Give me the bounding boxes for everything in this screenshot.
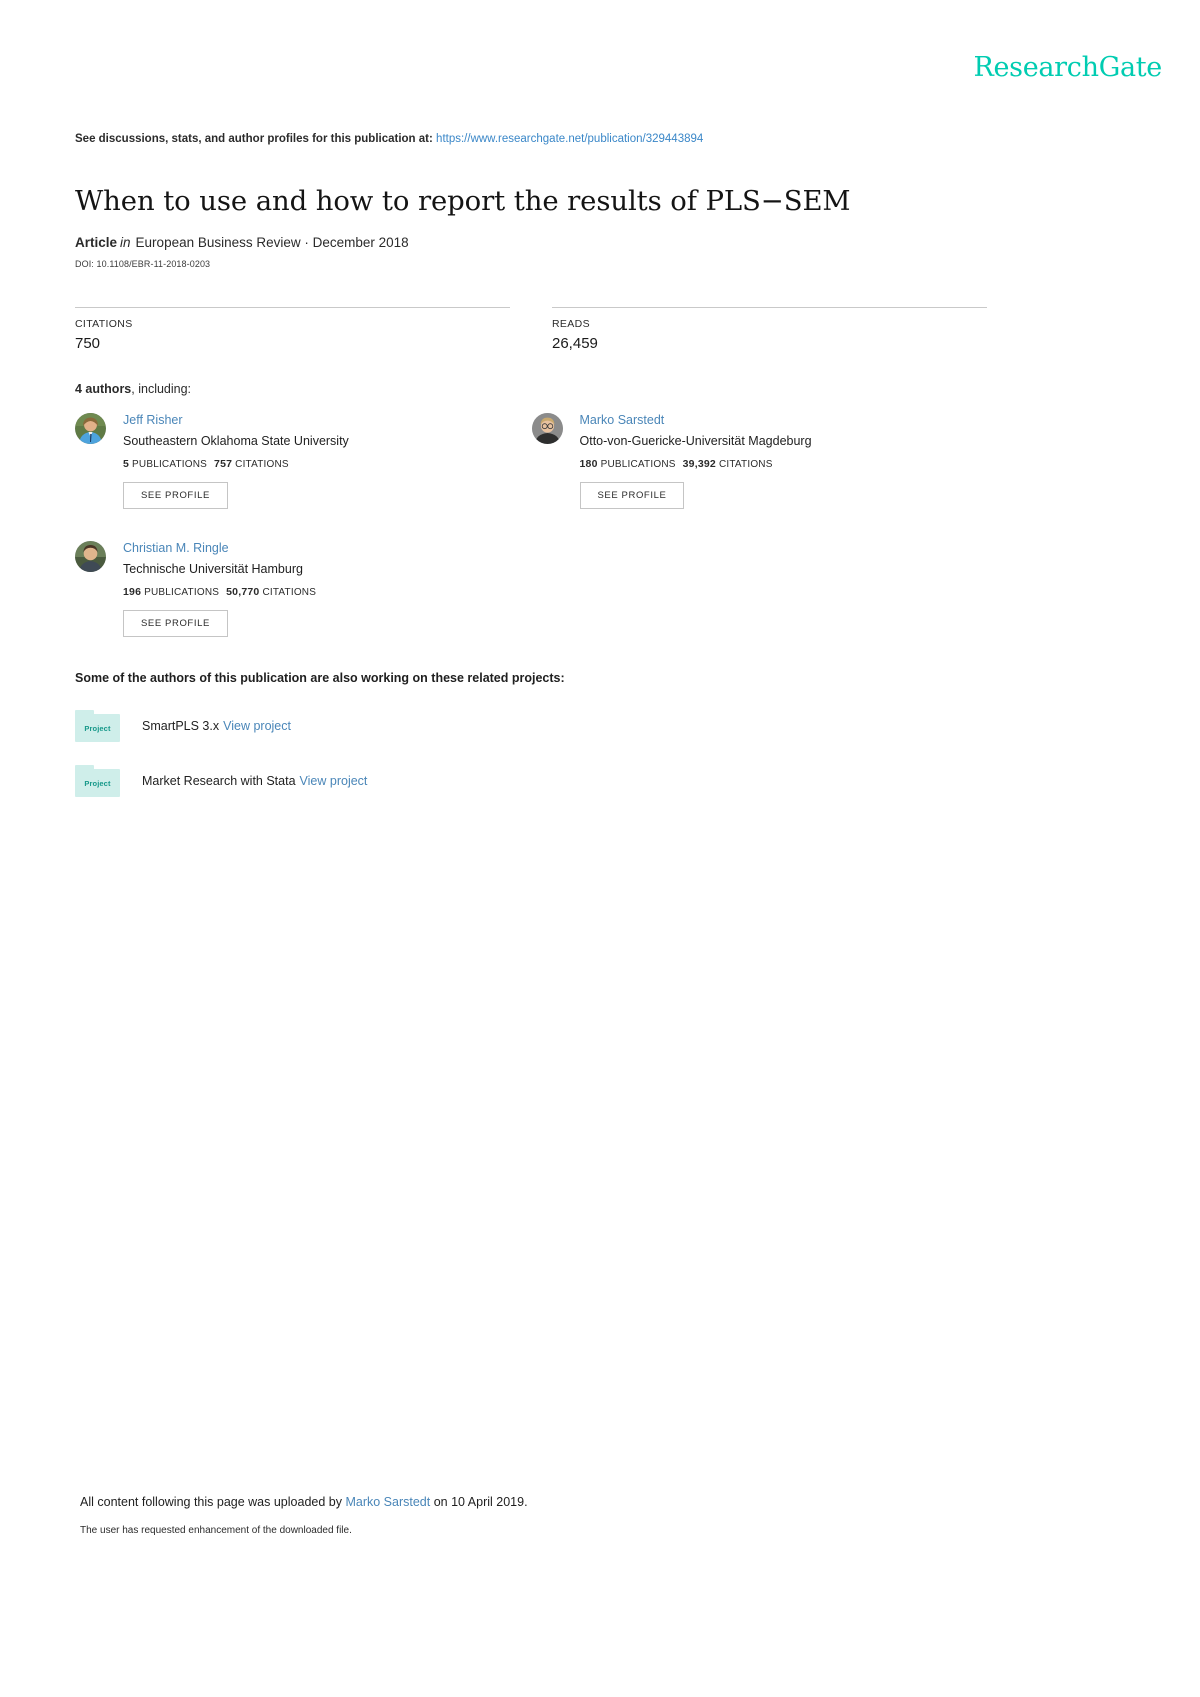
author-name-link[interactable]: Christian M. Ringle <box>123 539 316 557</box>
author-stats: 180 PUBLICATIONS 39,392 CITATIONS <box>580 458 812 470</box>
publication-url-link[interactable]: https://www.researchgate.net/publication… <box>436 133 703 145</box>
discussion-prefix-text: See discussions, stats, and author profi… <box>75 133 433 145</box>
doi-line: DOI: 10.1108/EBR-11-2018-0203 <box>75 259 211 269</box>
author-citations-count: 39,392 <box>682 458 716 471</box>
see-profile-button[interactable]: SEE PROFILE <box>123 482 228 509</box>
avatar[interactable] <box>75 413 106 444</box>
project-item[interactable]: Project Market Research with Stata View p… <box>75 761 975 801</box>
authors-row-2: Christian M. Ringle Technische Universit… <box>75 538 988 666</box>
publication-cover-page: ResearchGate See discussions, stats, and… <box>0 0 1200 1697</box>
author-affiliation: Technische Universität Hamburg <box>123 562 303 577</box>
citations-value: 750 <box>75 335 101 352</box>
author-info: Jeff Risher Southeastern Oklahoma State … <box>123 410 349 509</box>
citations-stat: CITATIONS 750 <box>75 307 510 352</box>
author-citations-count: 50,770 <box>226 586 260 599</box>
author-name-link[interactable]: Jeff Risher <box>123 411 349 429</box>
author-citations-label: CITATIONS <box>262 587 317 599</box>
author-card: Christian M. Ringle Technische Universit… <box>75 538 532 648</box>
author-citations-label: CITATIONS <box>235 459 289 471</box>
author-publications-count: 180 <box>579 458 598 471</box>
reads-value: 26,459 <box>552 335 598 352</box>
footer-enhancement-note: The user has requested enhancement of th… <box>80 1525 352 1536</box>
author-citations-label: CITATIONS <box>718 459 773 471</box>
article-venue-date: European Business Review · December 2018 <box>135 235 409 250</box>
researchgate-wordmark: ResearchGate <box>973 52 1162 83</box>
authors-heading: 4 authors, including: <box>75 382 191 396</box>
author-info: Marko Sarstedt Otto-von-Guericke-Univers… <box>579 410 812 509</box>
footer-upload-suffix: on 10 April 2019. <box>433 1495 528 1509</box>
author-info: Christian M. Ringle Technische Universit… <box>123 538 316 637</box>
view-project-link[interactable]: View project <box>300 774 368 788</box>
reads-divider <box>552 307 987 308</box>
article-type-label: Article <box>75 235 118 250</box>
author-publications-count: 196 <box>123 586 142 599</box>
author-name-link[interactable]: Marko Sarstedt <box>580 411 812 429</box>
reads-label: READS <box>552 318 590 330</box>
project-name: SmartPLS 3.x <box>142 719 220 733</box>
page-title: When to use and how to report the result… <box>75 185 851 218</box>
project-name: Market Research with Stata <box>142 774 296 788</box>
avatar-image <box>75 413 106 444</box>
author-citations-count: 757 <box>214 458 233 471</box>
project-text: Market Research with Stata View project <box>142 774 367 788</box>
project-folder-icon: Project <box>75 710 120 742</box>
see-profile-button[interactable]: SEE PROFILE <box>579 482 685 509</box>
projects-heading: Some of the authors of this publication … <box>75 671 565 685</box>
project-item[interactable]: Project SmartPLS 3.x View project <box>75 706 975 746</box>
avatar[interactable] <box>75 541 106 572</box>
avatar-image <box>75 541 106 572</box>
project-folder-icon: Project <box>75 765 120 797</box>
footer-upload-prefix: All content following this page was uplo… <box>80 1495 342 1509</box>
avatar[interactable] <box>531 413 563 444</box>
author-publications-label: PUBLICATIONS <box>600 459 676 471</box>
authors-grid: Jeff Risher Southeastern Oklahoma State … <box>75 410 988 666</box>
footer-upload-line: All content following this page was uplo… <box>80 1495 528 1509</box>
discussion-line: See discussions, stats, and author profi… <box>75 133 703 145</box>
author-stats: 196 PUBLICATIONS 50,770 CITATIONS <box>123 586 316 598</box>
project-text: SmartPLS 3.x View project <box>142 719 291 733</box>
author-card: Marko Sarstedt Otto-von-Guericke-Univers… <box>531 410 989 520</box>
authors-including-label: , including: <box>131 382 192 396</box>
authors-count: 4 authors <box>75 382 132 396</box>
view-project-link[interactable]: View project <box>223 719 291 733</box>
projects-list: Project SmartPLS 3.x View project Project… <box>75 706 975 816</box>
author-affiliation: Otto-von-Guericke-Universität Magdeburg <box>579 434 812 449</box>
author-affiliation: Southeastern Oklahoma State University <box>123 434 349 449</box>
avatar-image <box>531 413 563 444</box>
citations-divider <box>75 307 510 308</box>
project-icon-label: Project <box>84 724 111 733</box>
reads-stat: READS 26,459 <box>552 307 987 352</box>
author-publications-label: PUBLICATIONS <box>144 587 220 599</box>
project-icon-label: Project <box>84 779 111 788</box>
citations-label: CITATIONS <box>75 318 133 330</box>
author-card: Jeff Risher Southeastern Oklahoma State … <box>75 410 532 520</box>
article-in-label: in <box>120 235 131 250</box>
footer-uploader-link[interactable]: Marko Sarstedt <box>345 1495 430 1509</box>
article-meta-line: Article in European Business Review · Dece… <box>75 235 409 250</box>
stats-row: CITATIONS 750 READS 26,459 <box>75 307 988 352</box>
author-stats: 5 PUBLICATIONS 757 CITATIONS <box>123 458 349 470</box>
author-publications-label: PUBLICATIONS <box>132 459 208 471</box>
authors-row-1: Jeff Risher Southeastern Oklahoma State … <box>75 410 988 538</box>
author-publications-count: 5 <box>123 458 130 471</box>
see-profile-button[interactable]: SEE PROFILE <box>123 610 228 637</box>
researchgate-logo[interactable]: ResearchGate <box>973 52 1162 83</box>
